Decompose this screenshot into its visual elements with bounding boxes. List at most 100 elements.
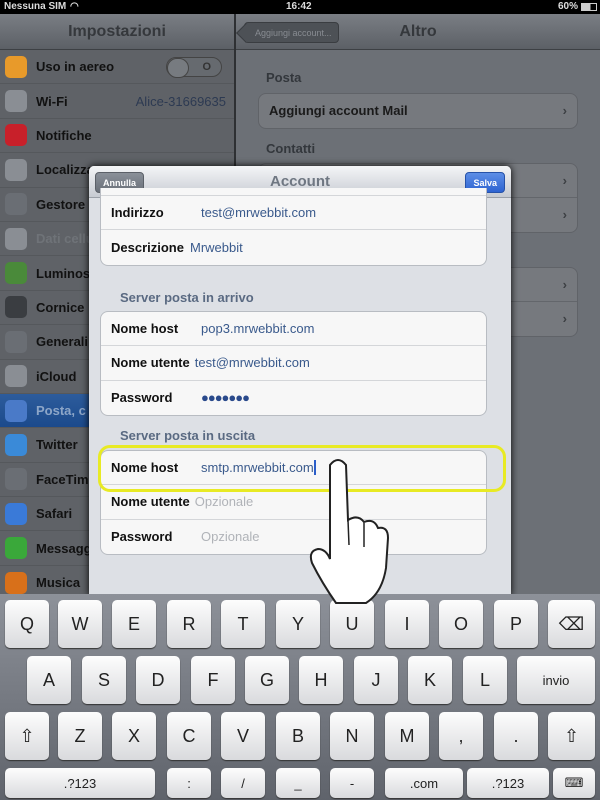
- sidebar-title: Impostazioni: [0, 14, 234, 50]
- picture-frame-icon: [5, 296, 27, 319]
- key-r[interactable]: R: [167, 600, 211, 648]
- hide-keyboard-key[interactable]: ⌨: [553, 768, 595, 798]
- period-key[interactable]: .: [494, 712, 538, 760]
- wifi-network-value: Alice-31669635: [135, 93, 226, 109]
- sidebar-item-label: Messagg: [36, 540, 92, 556]
- key-n[interactable]: N: [330, 712, 374, 760]
- sidebar-item-label: Uso in aereo: [36, 59, 115, 75]
- key-w[interactable]: W: [58, 600, 102, 648]
- shift-key[interactable]: ⇧: [548, 712, 595, 760]
- backspace-key[interactable]: ⌫: [548, 600, 595, 648]
- outgoing-password-row[interactable]: Password Opzionale: [101, 520, 486, 554]
- key-h[interactable]: H: [299, 656, 343, 704]
- key-f[interactable]: F: [191, 656, 235, 704]
- wifi-icon: [5, 90, 27, 113]
- chevron-right-icon: ›: [562, 173, 567, 188]
- sidebar-item-label: Dati cellu: [36, 231, 94, 247]
- outgoing-server-label: Server posta in uscita: [120, 428, 256, 443]
- key-k[interactable]: K: [408, 656, 452, 704]
- gear-icon: [5, 330, 27, 353]
- wifi-signal-icon: ◠: [70, 1, 79, 12]
- outgoing-password-field[interactable]: Opzionale: [201, 529, 260, 544]
- brightness-icon: [5, 262, 27, 285]
- sidebar-item-label: Gestore: [36, 196, 86, 212]
- field-label: Nome utente: [111, 494, 190, 510]
- sidebar-item-label: FaceTim: [36, 471, 89, 487]
- shift-key[interactable]: ⇧: [5, 712, 49, 760]
- notifications-icon: [5, 124, 27, 147]
- numbers-key[interactable]: .?123: [5, 768, 155, 798]
- key-l[interactable]: L: [463, 656, 507, 704]
- sidebar-item-notifiche[interactable]: Notifiche: [0, 119, 234, 154]
- sidebar-item-label: Luminos: [36, 265, 91, 281]
- keyboard: Q W E R T Y U I O P ⌫ A S D F G H J K Linvio ⇧ Z X C V B N M,. ⇧ .…: [0, 594, 600, 800]
- airplane-mode-toggle[interactable]: O: [166, 56, 222, 78]
- incoming-hostname-field[interactable]: pop3.mrwebbit.com: [201, 321, 314, 336]
- return-key[interactable]: invio: [517, 656, 595, 704]
- key-t[interactable]: T: [221, 600, 265, 648]
- icloud-icon: [5, 365, 27, 388]
- sidebar-item-label: Musica: [36, 575, 81, 591]
- key-a[interactable]: A: [27, 656, 71, 704]
- chevron-right-icon: ›: [562, 103, 567, 118]
- key-x[interactable]: X: [112, 712, 156, 760]
- sidebar-item-label: Localizza: [36, 162, 94, 178]
- cellular-data-icon: [5, 227, 27, 250]
- add-mail-account-row[interactable]: Aggiungi account Mail ›: [259, 94, 577, 128]
- key-o[interactable]: O: [439, 600, 483, 648]
- sidebar-item-label: Safari: [36, 506, 73, 522]
- carrier: Nessuna SIM: [4, 1, 67, 12]
- description-row[interactable]: Descrizione Mrwebbit: [101, 230, 486, 264]
- key-y[interactable]: Y: [276, 600, 320, 648]
- key-m[interactable]: M: [385, 712, 429, 760]
- sidebar-item-label: Notifiche: [36, 127, 92, 143]
- key-s[interactable]: S: [82, 656, 126, 704]
- key-j[interactable]: J: [354, 656, 398, 704]
- underscore-key[interactable]: _: [276, 768, 320, 798]
- incoming-username-row[interactable]: Nome utente test@mrwebbit.com: [101, 346, 486, 381]
- incoming-server-label: Server posta in arrivo: [120, 290, 254, 305]
- dash-key[interactable]: -: [330, 768, 374, 798]
- address-row[interactable]: Indirizzo test@mrwebbit.com: [101, 196, 486, 231]
- location-icon: [5, 158, 27, 181]
- key-b[interactable]: B: [276, 712, 320, 760]
- key-i[interactable]: I: [385, 600, 429, 648]
- address-field[interactable]: test@mrwebbit.com: [201, 205, 316, 220]
- incoming-password-row[interactable]: Password ●●●●●●●: [101, 381, 486, 415]
- field-label: Indirizzo: [111, 205, 164, 221]
- key-z[interactable]: Z: [58, 712, 102, 760]
- field-label: Password: [111, 390, 173, 406]
- sidebar-item-uso-in-aereo[interactable]: Uso in aereo O: [0, 50, 234, 85]
- incoming-password-field[interactable]: ●●●●●●●: [201, 390, 250, 405]
- incoming-hostname-row[interactable]: Nome host pop3.mrwebbit.com: [101, 312, 486, 347]
- key-q[interactable]: Q: [5, 600, 49, 648]
- field-label: Password: [111, 529, 173, 545]
- mail-icon: [5, 399, 27, 422]
- incoming-username-field[interactable]: test@mrwebbit.com: [195, 355, 310, 370]
- comma-key[interactable]: ,: [439, 712, 483, 760]
- row-label: Aggiungi account Mail: [269, 103, 408, 118]
- status-bar: Nessuna SIM ◠ 16:42 60%: [0, 0, 600, 14]
- outgoing-username-field[interactable]: Opzionale: [195, 494, 254, 509]
- sidebar-item-wi-fi[interactable]: Wi-Fi Alice-31669635: [0, 84, 234, 119]
- colon-key[interactable]: :: [167, 768, 211, 798]
- battery-icon: [581, 3, 597, 11]
- dotcom-key[interactable]: .com: [385, 768, 463, 798]
- key-e[interactable]: E: [112, 600, 156, 648]
- slash-key[interactable]: /: [221, 768, 265, 798]
- key-p[interactable]: P: [494, 600, 538, 648]
- key-g[interactable]: G: [245, 656, 289, 704]
- key-d[interactable]: D: [136, 656, 180, 704]
- safari-icon: [5, 502, 27, 525]
- numbers-key[interactable]: .?123: [467, 768, 549, 798]
- sidebar-item-label: iCloud: [36, 368, 77, 384]
- key-u[interactable]: U: [330, 600, 374, 648]
- description-field[interactable]: Mrwebbit: [190, 240, 243, 255]
- airplane-icon: [5, 55, 27, 78]
- key-c[interactable]: C: [167, 712, 211, 760]
- music-icon: [5, 571, 27, 594]
- chevron-right-icon: ›: [562, 207, 567, 222]
- key-v[interactable]: V: [221, 712, 265, 760]
- chevron-right-icon: ›: [562, 311, 567, 326]
- facetime-icon: [5, 468, 27, 491]
